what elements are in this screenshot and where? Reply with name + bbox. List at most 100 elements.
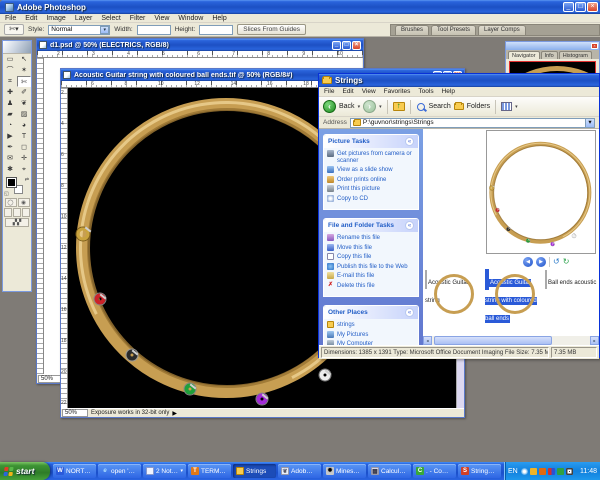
- file-folder-tasks-header[interactable]: File and Folder Tasks «: [324, 219, 418, 232]
- search-button-label[interactable]: Search: [429, 103, 451, 110]
- healing-brush-tool[interactable]: ✚: [3, 87, 17, 98]
- back-button-label[interactable]: Back: [339, 103, 355, 110]
- start-button[interactable]: start: [0, 462, 50, 480]
- rectangular-marquee-tool[interactable]: ▭: [3, 54, 17, 65]
- menu-item[interactable]: Filter: [130, 14, 146, 23]
- menu-item[interactable]: View: [154, 14, 169, 23]
- default-colors-icon[interactable]: ◱: [4, 191, 9, 197]
- taskbar-calculator[interactable]: ▦ Calculator: [368, 464, 411, 478]
- slide-show-link[interactable]: View as a slide show: [327, 167, 415, 174]
- taskbar-notepad-group[interactable]: 2 Note... ▾: [143, 464, 186, 478]
- palette-tab[interactable]: Layer Comps: [478, 25, 526, 35]
- doc1-title-bar[interactable]: d1.psd @ 50% (ELECTRICS, RGB/8) _ □ ×: [37, 39, 363, 51]
- menu-item[interactable]: Image: [46, 14, 65, 23]
- menu-item[interactable]: Favorites: [384, 87, 411, 96]
- clone-stamp-tool[interactable]: ♟: [3, 98, 17, 109]
- navigator-close-button[interactable]: ×: [591, 43, 598, 49]
- minimize-button[interactable]: _: [563, 2, 574, 12]
- menu-item[interactable]: Help: [212, 14, 226, 23]
- menu-item[interactable]: Tools: [418, 87, 433, 96]
- filmstrip-scrollbar[interactable]: ◂ ▸: [423, 336, 599, 345]
- menu-item[interactable]: Help: [442, 87, 455, 96]
- brush-tool[interactable]: ✐: [17, 87, 31, 98]
- search-icon[interactable]: [416, 102, 426, 112]
- my-computer-link[interactable]: My Computer: [327, 341, 415, 345]
- strings-folder-link[interactable]: strings: [327, 322, 415, 329]
- tray-icon-4[interactable]: [548, 468, 555, 475]
- taskbar-minesweeper[interactable]: ✹ Minesw...: [323, 464, 366, 478]
- menu-item[interactable]: Edit: [25, 14, 37, 23]
- hand-tool[interactable]: ✱: [3, 164, 17, 175]
- thumb-ball-ends-acoustic[interactable]: Ball ends acoustic: [545, 271, 598, 325]
- palette-tab[interactable]: Histogram: [559, 51, 592, 59]
- blur-tool[interactable]: ◔: [3, 120, 17, 131]
- swap-colors-icon[interactable]: ⇄: [25, 177, 29, 183]
- eraser-tool[interactable]: ▰: [3, 109, 17, 120]
- forward-dropdown-icon[interactable]: ▾: [379, 104, 382, 110]
- eyedropper-tool[interactable]: ✛: [17, 153, 31, 164]
- taskbar-clock[interactable]: 11:48: [580, 468, 597, 475]
- crop-tool[interactable]: ⌗: [3, 76, 17, 87]
- address-dropdown-icon[interactable]: ▾: [585, 119, 594, 127]
- my-pictures-link[interactable]: My Pictures: [327, 332, 415, 339]
- scroll-left-icon[interactable]: ◂: [423, 336, 432, 345]
- tray-icon-3[interactable]: [539, 468, 546, 475]
- rename-file-link[interactable]: Rename this file: [327, 235, 415, 242]
- language-indicator[interactable]: EN: [508, 468, 518, 475]
- menu-item[interactable]: Layer: [75, 14, 93, 23]
- edit-in-imageready-button[interactable]: ▞▞: [5, 218, 29, 227]
- explorer-title-bar[interactable]: Strings: [319, 74, 599, 87]
- slice-tool[interactable]: ✄: [17, 76, 31, 87]
- views-icon[interactable]: [501, 102, 512, 111]
- pen-tool[interactable]: ✒: [3, 142, 17, 153]
- thumb-acoustic-coloured-ball-ends[interactable]: Acoustic Guitar string with coloured bal…: [485, 271, 538, 325]
- tray-icon-2[interactable]: [530, 468, 537, 475]
- thumbnail-image[interactable]: [425, 270, 427, 289]
- path-selection-tool[interactable]: ▶: [3, 131, 17, 142]
- back-button-icon[interactable]: ‹: [323, 100, 336, 113]
- taskbar-strings-folder[interactable]: Strings: [233, 464, 276, 478]
- copy-to-cd-link[interactable]: Copy to CD: [327, 196, 415, 203]
- picture-tasks-header[interactable]: Picture Tasks «: [324, 135, 418, 148]
- palette-tab[interactable]: Navigator: [508, 51, 540, 59]
- doc1-maximize-button[interactable]: □: [342, 41, 351, 50]
- style-select[interactable]: Normal▾: [48, 25, 110, 35]
- collapse-chevron-icon[interactable]: «: [405, 221, 414, 230]
- views-dropdown-icon[interactable]: ▾: [515, 104, 518, 110]
- standard-screen-button[interactable]: [4, 208, 12, 217]
- shape-tool[interactable]: ◻: [17, 142, 31, 153]
- other-places-header[interactable]: Other Places «: [324, 306, 418, 319]
- fullscreen-button[interactable]: [22, 208, 30, 217]
- rotate-clockwise-icon[interactable]: ↻: [563, 257, 570, 267]
- doc2-zoom-level[interactable]: 50%: [62, 409, 88, 417]
- taskbar-conv[interactable]: C . - Conv...: [413, 464, 456, 478]
- menu-item[interactable]: Select: [101, 14, 120, 23]
- move-tool[interactable]: ↖: [17, 54, 31, 65]
- quick-mask-button[interactable]: ◉: [18, 198, 30, 207]
- palette-tab[interactable]: Tool Presets: [431, 25, 476, 35]
- taskbar-adobe-photoshop[interactable]: ❦ Adobe P...: [278, 464, 321, 478]
- width-input[interactable]: [137, 25, 171, 35]
- palette-tab[interactable]: Info: [541, 51, 558, 59]
- menu-item[interactable]: File: [5, 14, 16, 23]
- publish-file-link[interactable]: Publish this file to the Web: [327, 264, 415, 271]
- collapse-chevron-icon[interactable]: «: [405, 308, 414, 317]
- doc1-close-button[interactable]: ×: [352, 41, 361, 50]
- lasso-tool[interactable]: ⌒: [3, 65, 17, 76]
- status-arrow-icon[interactable]: ▶: [172, 410, 177, 417]
- taskbar-strings-paint[interactable]: S Strings -...: [458, 464, 501, 478]
- tray-icon-1[interactable]: [521, 468, 528, 475]
- get-pictures-link[interactable]: Get pictures from camera or scanner: [327, 151, 415, 164]
- scrollbar-thumb[interactable]: [434, 336, 552, 345]
- menu-item[interactable]: Edit: [342, 87, 353, 96]
- notes-tool[interactable]: ✉: [3, 153, 17, 164]
- tool-preset-picker[interactable]: ✄▾: [4, 24, 24, 35]
- dodge-tool[interactable]: ◕: [17, 120, 31, 131]
- menu-item[interactable]: Window: [178, 14, 203, 23]
- close-button[interactable]: ×: [587, 2, 598, 12]
- taskbar-terms[interactable]: T TERMS L...: [188, 464, 231, 478]
- forward-button-icon[interactable]: ›: [363, 100, 376, 113]
- foreground-color-swatch[interactable]: [7, 178, 16, 187]
- print-picture-link[interactable]: Print this picture: [327, 186, 415, 193]
- maximize-button[interactable]: □: [575, 2, 586, 12]
